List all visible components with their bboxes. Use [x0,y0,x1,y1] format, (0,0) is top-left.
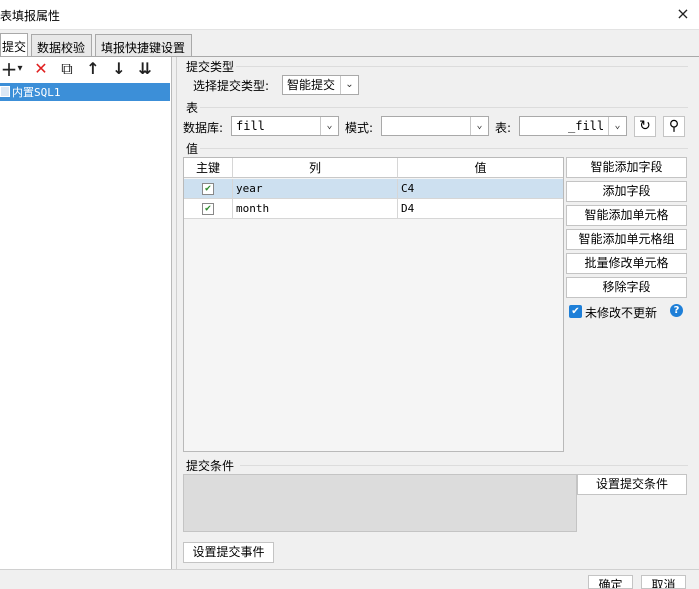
smart-add-cell-button[interactable]: 智能添加单元格 [566,205,687,226]
section-divider [200,148,688,149]
section-divider [200,107,688,108]
chevron-down-icon: ⌄ [608,117,626,135]
submit-type-label: 选择提交类型: [193,79,270,93]
move-down-icon[interactable]: ↓ [110,60,128,78]
table-label: 表: [495,121,512,135]
delete-icon[interactable]: ✕ [32,60,50,78]
table-row[interactable]: ✔ month D4 [184,199,563,219]
values-table: 主键 列 值 ✔ year C4 ✔ month D4 [183,157,564,452]
no-update-checkbox[interactable]: ✔ [569,305,582,318]
value-cell[interactable]: D4 [398,199,563,219]
window-title: 表填报属性 [0,9,61,23]
submit-type-value: 智能提交 [287,78,336,92]
database-value: fill [236,119,265,133]
condition-section-label: 提交条件 [186,459,235,473]
mode-select[interactable]: ⌄ [381,116,489,136]
chevron-down-icon: ⌄ [320,117,338,135]
sort-icon[interactable]: ⇊ [136,60,154,78]
table-select[interactable]: _fill ⌄ [519,116,627,136]
ok-button[interactable]: 确定 [588,575,633,589]
smart-add-cell-group-button[interactable]: 智能添加单元格组 [566,229,687,250]
no-update-label: 未修改不更新 [585,306,658,320]
remove-field-button[interactable]: 移除字段 [566,277,687,298]
cancel-button[interactable]: 取消 [641,575,686,589]
database-select[interactable]: fill ⌄ [231,116,339,136]
move-up-icon[interactable]: ↑ [84,60,102,78]
value-cell[interactable]: C4 [398,179,563,199]
key-cell: ✔ [184,179,233,199]
values-section-label: 值 [186,142,199,156]
left-panel: + ▾ ✕ ⧉ ↑ ↓ ⇊ 内置SQL1 [0,57,172,569]
key-cell: ✔ [184,199,233,219]
submit-type-select[interactable]: 智能提交 ⌄ [282,75,359,95]
tab-data-validation[interactable]: 数据校验 [31,34,92,57]
column-header-value[interactable]: 值 [398,158,563,178]
section-divider [240,465,688,466]
panel-divider [176,57,177,569]
tree-item-sql1[interactable]: 内置SQL1 [0,83,170,101]
smart-add-field-button[interactable]: 智能添加字段 [566,157,687,178]
column-cell[interactable]: year [233,179,398,199]
database-label: 数据库: [183,121,224,135]
set-condition-button[interactable]: 设置提交条件 [577,474,687,495]
preview-icon[interactable]: ⚲ [663,116,685,137]
chevron-down-icon: ⌄ [470,117,488,135]
key-checkbox[interactable]: ✔ [202,183,214,195]
table-value: _fill [568,119,605,133]
chevron-down-icon: ⌄ [340,76,358,94]
column-header-column[interactable]: 列 [233,158,398,178]
copy-icon[interactable]: ⧉ [58,60,76,78]
tab-shortcut-settings[interactable]: 填报快捷键设置 [95,34,192,57]
chevron-down-icon[interactable]: ▾ [15,60,25,78]
batch-modify-cell-button[interactable]: 批量修改单元格 [566,253,687,274]
database-icon [0,86,10,97]
submit-type-section-label: 提交类型 [186,60,235,74]
add-field-button[interactable]: 添加字段 [566,181,687,202]
close-icon[interactable]: × [673,4,693,24]
tree-item-label: 内置SQL1 [12,86,61,99]
mode-label: 模式: [345,121,374,135]
column-header-key[interactable]: 主键 [184,158,233,178]
tab-submit[interactable]: 提交 [0,33,28,57]
table-row[interactable]: ✔ year C4 [184,179,563,199]
help-icon[interactable]: ? [670,304,683,317]
title-bar: 表填报属性 × [0,0,699,30]
section-divider [236,66,688,67]
table-section-label: 表 [186,101,199,115]
refresh-icon[interactable]: ↻ [634,116,656,137]
key-checkbox[interactable]: ✔ [202,203,214,215]
column-cell[interactable]: month [233,199,398,219]
condition-area[interactable] [183,474,577,532]
footer-bar: 确定 取消 [0,569,699,589]
set-event-button[interactable]: 设置提交事件 [183,542,274,563]
